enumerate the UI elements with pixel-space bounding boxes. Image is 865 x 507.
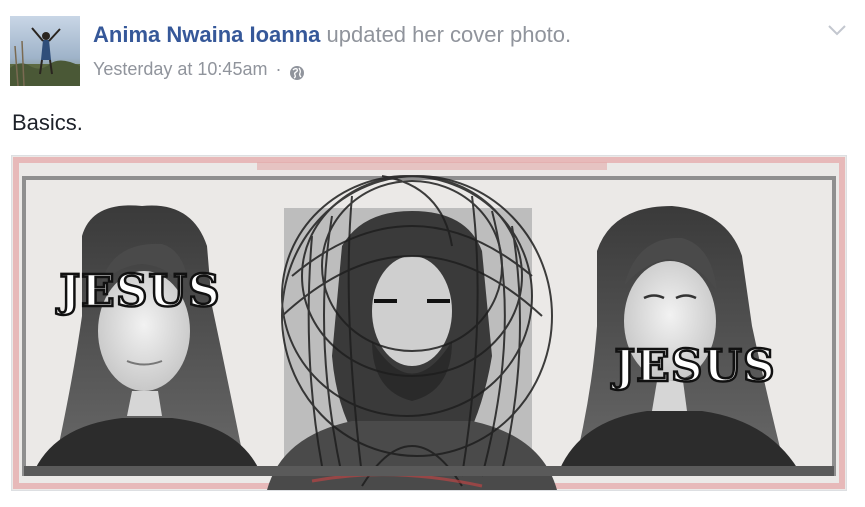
post-caption: Basics. (12, 110, 83, 135)
center-portrait (267, 175, 557, 490)
post-action-text: updated her cover photo. (326, 22, 572, 47)
post-timestamp-link[interactable]: Yesterday at 10:45am (93, 55, 267, 83)
author-avatar[interactable] (10, 16, 80, 86)
cover-overlay-text-left: JESUS (55, 266, 220, 317)
meta-separator: · (275, 59, 282, 79)
post-header: Anima Nwaina Ioanna updated her cover ph… (93, 20, 571, 50)
post-meta: Yesterday at 10:45am · (93, 55, 305, 83)
chevron-down-icon[interactable] (826, 22, 848, 38)
cover-photo-image: JESUS JESUS (12, 156, 846, 490)
cover-overlay-text-right: JESUS (610, 341, 775, 392)
feed-post: Anima Nwaina Ioanna updated her cover ph… (0, 0, 865, 507)
cover-photo[interactable]: JESUS JESUS (11, 155, 847, 491)
author-name-link[interactable]: Anima Nwaina Ioanna (93, 22, 320, 47)
avatar-image (10, 16, 80, 86)
globe-icon[interactable] (289, 61, 305, 80)
